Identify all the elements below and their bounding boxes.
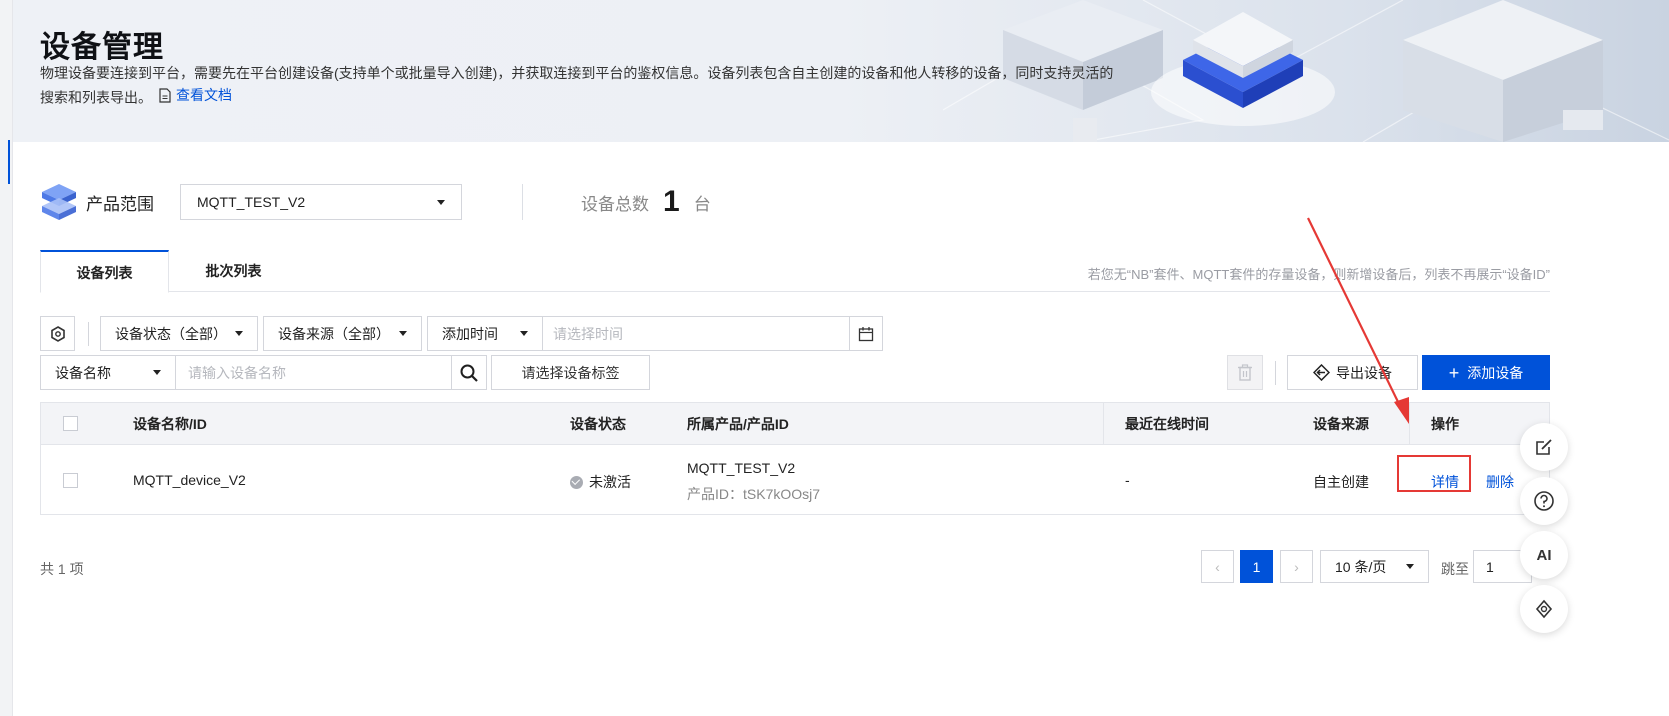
divider [522,184,523,220]
add-device-label: 添加设备 [1467,364,1524,381]
time-type-value: 添加时间 [442,325,498,342]
col-last-online: 最近在线时间 [1125,416,1209,432]
chevron-down-icon [235,331,243,336]
batch-delete-button[interactable] [1227,355,1263,390]
device-total: 设备总数 1 台 [581,184,711,220]
help-float-button[interactable] [1520,477,1568,525]
col-device-status: 设备状态 [570,416,626,432]
last-online-cell: - [1125,472,1130,488]
page-number-button[interactable]: 1 [1240,550,1273,583]
status-filter-value: 设备状态（全部） [115,325,227,342]
inactive-status-icon [570,476,583,489]
device-source-cell: 自主创建 [1313,474,1369,490]
device-status-cell: 未激活 [570,472,631,492]
product-scope: 产品范围 [40,180,174,224]
nav-active-marker [8,140,10,184]
divider [1275,361,1276,385]
tab-batch-list[interactable]: 批次列表 [169,250,298,292]
tag-select[interactable]: 请选择设备标签 [491,355,650,390]
source-filter-value: 设备来源（全部） [278,325,390,342]
feedback-float-button[interactable] [1520,423,1568,471]
chevron-down-icon [399,331,407,336]
device-name-cell: MQTT_device_V2 [133,472,246,488]
chevron-right-icon: › [1294,558,1299,575]
name-type-value: 设备名称 [55,364,111,381]
page-description: 物理设备要连接到平台，需要先在平台创建设备(支持单个或批量导入创建)，并获取连接… [40,62,1120,109]
device-name-placeholder: 请输入设备名称 [188,364,286,381]
product-select-value: MQTT_TEST_V2 [197,194,306,210]
device-status-text: 未激活 [589,474,631,490]
page-size-value: 10 条/页 [1335,558,1387,575]
time-range-placeholder: 请选择时间 [553,325,623,342]
refresh-button[interactable] [40,316,75,351]
device-delete-link[interactable]: 删除 [1486,472,1514,492]
time-range-input[interactable]: 请选择时间 [542,316,850,351]
annotation-highlight-box [1397,455,1471,492]
trash-icon [1238,364,1252,381]
support-icon [1535,599,1553,619]
view-docs-link[interactable]: 查看文档 [158,84,232,106]
page-title: 设备管理 [40,31,164,64]
calendar-icon [858,326,874,341]
product-id-cell: 产品ID：tSK7kOOsj7 [687,486,821,502]
tab-device-list[interactable]: 设备列表 [40,250,169,293]
add-device-button[interactable]: + 添加设备 [1422,355,1550,390]
row-checkbox[interactable] [63,473,78,488]
support-float-button[interactable] [1520,585,1568,633]
divider [88,322,89,346]
chevron-down-icon [1406,564,1414,569]
time-type-select[interactable]: 添加时间 [427,316,543,351]
next-page-button[interactable]: › [1280,550,1313,583]
column-divider [1103,403,1104,445]
select-all-checkbox[interactable] [63,416,78,431]
device-name-search-input[interactable]: 请输入设备名称 [175,355,452,390]
source-filter[interactable]: 设备来源（全部） [263,316,422,351]
plus-icon: + [1448,362,1460,383]
product-name-cell: MQTT_TEST_V2 [687,460,796,476]
product-scope-label: 产品范围 [86,194,154,214]
tag-select-placeholder: 请选择设备标签 [521,364,620,381]
jump-label: 跳至 [1441,561,1469,577]
help-icon [1534,491,1554,511]
search-button[interactable] [451,355,487,390]
view-docs-label: 查看文档 [176,87,232,103]
chevron-down-icon [437,199,445,205]
col-device-name: 设备名称/ID [133,416,207,432]
device-total-unit: 台 [693,194,711,214]
left-rail [0,0,13,716]
edit-icon [1536,439,1552,455]
col-operations: 操作 [1431,416,1459,432]
chevron-down-icon [520,331,528,336]
col-product: 所属产品/产品ID [687,416,789,432]
pagination-total: 共 1 项 [40,561,84,577]
ai-assistant-button[interactable]: AI [1520,531,1568,579]
page-size-select[interactable]: 10 条/页 [1320,550,1429,583]
page-header-banner: 设备管理 物理设备要连接到平台，需要先在平台创建设备(支持单个或批量导入创建)，… [13,0,1669,142]
calendar-button[interactable] [849,316,883,351]
status-filter[interactable]: 设备状态（全部） [100,316,258,351]
refresh-icon [50,325,65,342]
chevron-left-icon: ‹ [1215,558,1220,575]
search-icon [460,364,478,382]
product-stack-icon [42,184,76,220]
device-total-count: 1 [663,185,680,218]
table-row: MQTT_device_V2 未激活 MQTT_TEST_V2 产品ID：tSK… [41,446,1549,515]
chevron-down-icon [153,370,161,375]
device-total-label: 设备总数 [581,194,649,214]
annotation-arrow [1307,217,1409,424]
name-type-select[interactable]: 设备名称 [40,355,176,390]
ai-label: AI [1536,546,1552,564]
document-icon [159,87,171,103]
prev-page-button[interactable]: ‹ [1201,550,1234,583]
product-select[interactable]: MQTT_TEST_V2 [180,184,462,220]
